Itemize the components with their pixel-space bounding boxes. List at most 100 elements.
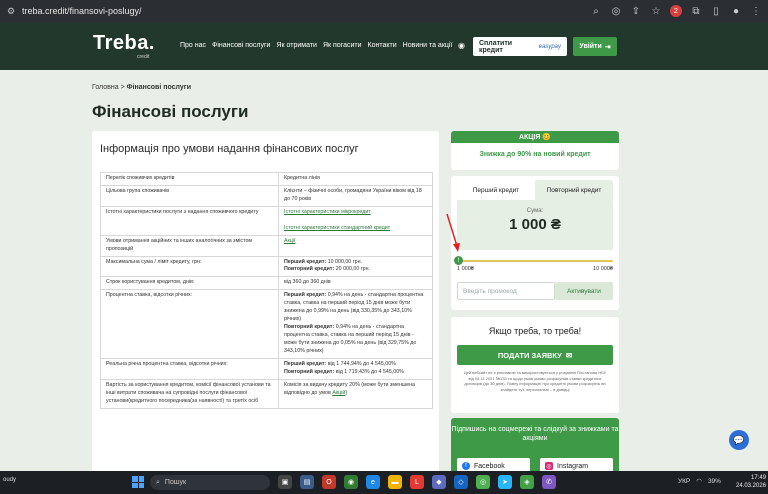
clock[interactable]: 17:49 24.03.2026 (736, 474, 766, 491)
table-row: Максимальна сума / ліміт кредиту, грн: П… (100, 255, 433, 278)
viber-icon[interactable]: ✆ (542, 475, 556, 489)
first-credit-label: Перший кредит: (284, 360, 327, 367)
breadcrumb-separator: > (120, 84, 125, 91)
dropbox-icon[interactable]: ◇ (454, 475, 468, 489)
microcredit-link[interactable]: Істотні характеристики мікрокредит (284, 209, 371, 215)
info-card: Інформація про умови надання фінансових … (92, 131, 439, 473)
logo-sub: credit (137, 54, 150, 60)
row-label: Умови отримання акційних та інших аналог… (100, 234, 279, 257)
nav-how-to-repay[interactable]: Як погасити (323, 42, 362, 49)
opera-icon[interactable]: O (322, 475, 336, 489)
app-icon[interactable]: ◈ (520, 475, 534, 489)
repeat-credit-real-rate: від 1 719,43% до 4 545,00% (335, 368, 404, 375)
facebook-icon: f (462, 462, 470, 470)
row-value: Перший кредит: 10 000,00 грн. Повторний … (278, 255, 433, 278)
site-info-icon[interactable]: ⚙ (6, 6, 16, 16)
commission-text: Комісія за видачу кредиту 20% (може бути… (284, 381, 415, 396)
promo-text: Знижка до 90% на новий кредит (479, 151, 591, 158)
table-row: Істотні характеристики послуги з надання… (100, 205, 433, 236)
profile-icon[interactable]: ● (730, 5, 742, 17)
repeat-credit-label: Повторний кредит: (284, 266, 335, 273)
tab-first-credit[interactable]: Перший кредит (457, 180, 535, 200)
envelope-icon: ✉ (565, 350, 573, 360)
facebook-label: Facebook (474, 462, 505, 470)
amount-box: Сума: 1 000 ₴ (457, 200, 613, 250)
pay-credit-button[interactable]: Сплатити кредит easypay (473, 37, 567, 56)
breadcrumb-home[interactable]: Головна (92, 84, 119, 91)
star-icon[interactable]: ☆ (650, 5, 662, 17)
clock-time: 17:49 (751, 475, 767, 481)
lang-indicator[interactable]: УКР (678, 478, 690, 485)
row-label: Вартість за користування кредитом, коміс… (100, 378, 279, 409)
telegram-icon[interactable]: ➤ (498, 475, 512, 489)
promocode-input[interactable]: Введіть промокод (457, 282, 555, 300)
battery-level[interactable]: 39% (708, 478, 721, 485)
range-max: 10 000₴ (593, 266, 613, 272)
range-min: 1 000₴ (457, 266, 474, 272)
accessibility-eye-icon[interactable]: ◉ (458, 41, 468, 51)
login-button[interactable]: Увійти ⇥ (573, 37, 617, 56)
chrome-icon[interactable]: ◎ (476, 475, 490, 489)
row-label: Строк користування кредитом, днів: (100, 276, 279, 291)
info-heading: Інформація про умови надання фінансових … (100, 143, 359, 155)
table-row: Реальна річна процентна ставка, відсотки… (100, 357, 433, 380)
browser-toolbar: ⚙ treba.credit/finansovi-poslugy/ ⌕ ◎ ⇪ … (0, 0, 768, 22)
widgets-icon[interactable]: ▤ (300, 475, 314, 489)
lastpass-icon[interactable]: L (410, 475, 424, 489)
start-icon[interactable] (132, 476, 144, 488)
search-icon[interactable]: ⌕ (590, 5, 602, 17)
row-value: Кредитна лінія (278, 172, 433, 186)
amount-slider[interactable]: ! (454, 256, 613, 265)
nav-news[interactable]: Новини та акції (403, 42, 453, 49)
xbox-icon[interactable]: ◉ (344, 475, 358, 489)
easypay-logo: easypay (538, 43, 561, 50)
menu-icon[interactable]: ⋮ (750, 5, 762, 17)
weather-widget[interactable]: oudy (3, 477, 16, 483)
sidepanel-icon[interactable]: ▯ (710, 5, 722, 17)
taskbar-search-label: Пошук (164, 479, 187, 486)
promo-card: АКЦІЯ 😊 Знижка до 90% на новий кредит (451, 131, 619, 170)
breadcrumb-current: Фінансові послуги (126, 84, 192, 91)
instagram-label: Instagram (557, 462, 589, 470)
nav-how-to-get[interactable]: Як отримати (276, 42, 316, 49)
credit-tabs: Перший кредит Повторний кредит (457, 180, 613, 200)
row-value: від 360 до 360 днів (278, 276, 433, 291)
taskbar-search[interactable]: ⌕ Пошук (150, 475, 270, 490)
share-icon[interactable]: ⇪ (630, 5, 642, 17)
slider-thumb[interactable]: ! (454, 256, 463, 265)
wifi-icon[interactable]: ◠ (696, 477, 702, 485)
store-icon[interactable]: ◆ (432, 475, 446, 489)
slider-track[interactable] (457, 260, 613, 262)
address-bar[interactable]: treba.credit/finansovi-poslugy/ (22, 6, 142, 16)
explorer-icon[interactable]: ▬ (388, 475, 402, 489)
standard-credit-link[interactable]: Істотні характеристики стандартний креди… (284, 225, 390, 231)
task-view-icon[interactable]: ▣ (278, 475, 292, 489)
chat-icon[interactable]: 💬 (729, 430, 749, 450)
extensions-icon[interactable]: ⧉ (690, 5, 702, 17)
instagram-icon: ◎ (545, 462, 553, 470)
apply-button[interactable]: ПОДАТИ ЗАЯВКУ ✉ (457, 345, 613, 365)
edge-icon[interactable]: e (366, 475, 380, 489)
nav-about[interactable]: Про нас (180, 42, 206, 49)
breadcrumb: Головна > Фінансові послуги (92, 84, 191, 91)
nav-contacts[interactable]: Контакти (368, 42, 397, 49)
tab-repeat-credit[interactable]: Повторний кредит (535, 180, 613, 200)
login-label: Увійти (579, 43, 602, 50)
repeat-credit-label: Повторний кредит: (284, 368, 335, 375)
activate-button[interactable]: Активувати (555, 282, 613, 300)
extension-badge[interactable]: 2 (670, 5, 682, 17)
eye-off-icon[interactable]: ◎ (610, 5, 622, 17)
repeat-credit-value: 20 000,00 грн. (335, 266, 371, 273)
table-row: Строк користування кредитом, днів: від 3… (100, 276, 433, 291)
nav-services[interactable]: Фінансові послуги (212, 42, 270, 49)
promotions-link[interactable]: Акцій (332, 390, 345, 396)
red-arrow-annotation (446, 213, 460, 252)
promotions-link[interactable]: Акції (284, 238, 296, 244)
row-value: Перший кредит: 0,94% на день - стандартн… (278, 289, 433, 359)
logo[interactable]: Treba. (93, 32, 155, 55)
login-icon: ⇥ (604, 43, 611, 51)
system-tray: УКР ◠ 39% (678, 477, 721, 486)
main-nav: Про нас Фінансові послуги Як отримати Як… (180, 42, 452, 49)
loan-calculator: Перший кредит Повторний кредит Сума: 1 0… (451, 176, 619, 310)
row-label: Реальна річна процентна ставка, відсотки… (100, 357, 279, 380)
